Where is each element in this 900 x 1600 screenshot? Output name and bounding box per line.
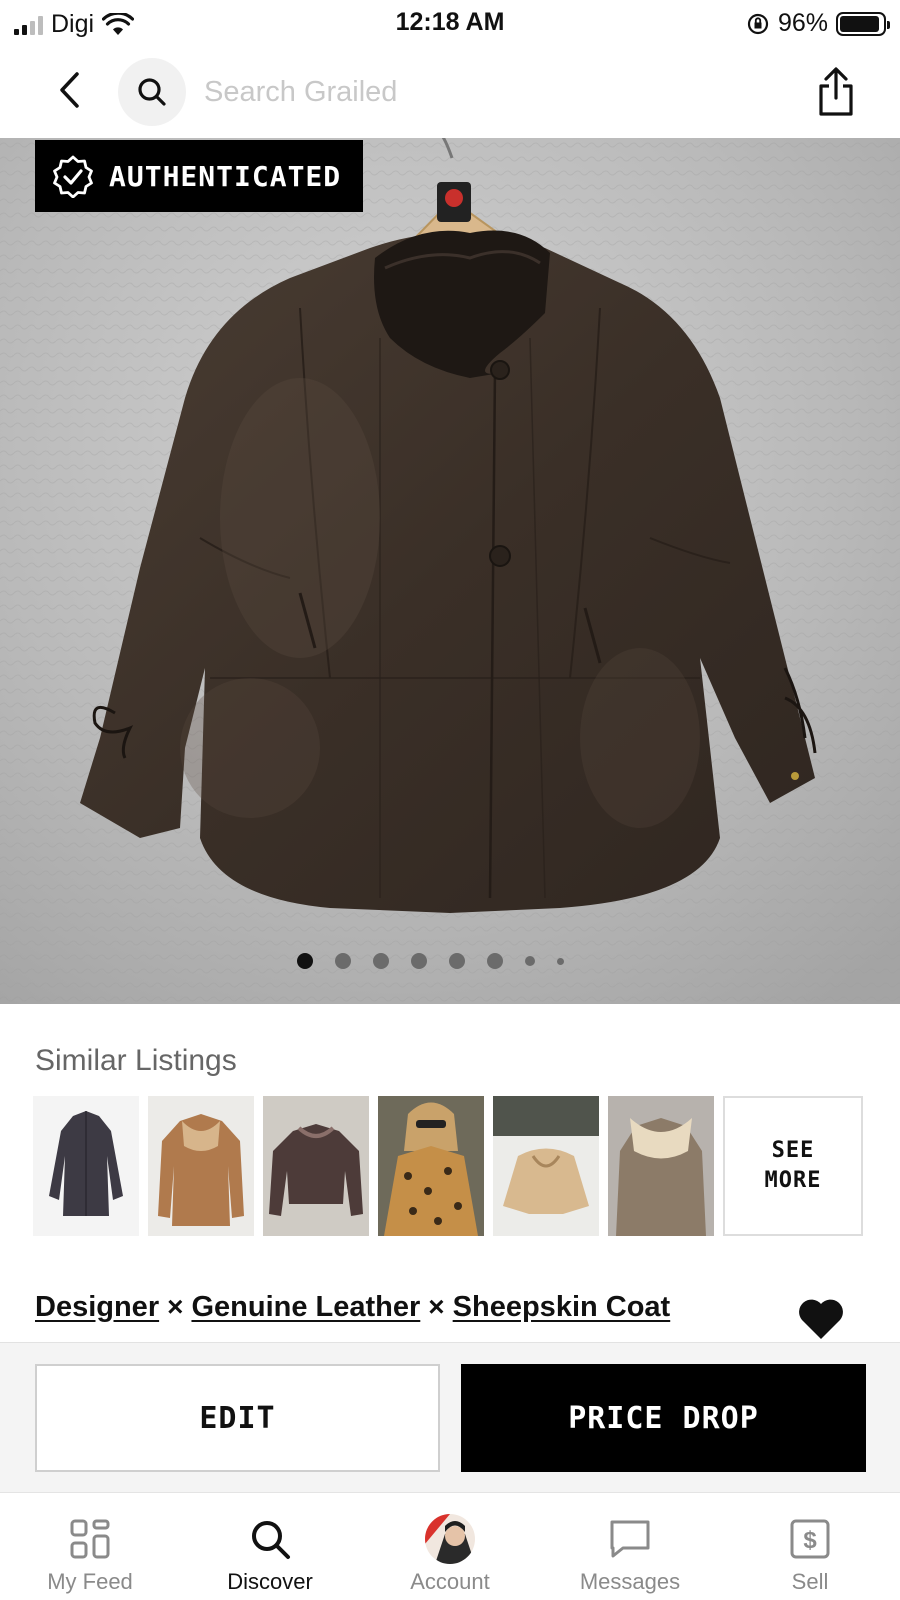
battery-percent: 96% [777, 9, 828, 37]
carousel-dot[interactable] [556, 957, 564, 965]
svg-text:$: $ [803, 1527, 817, 1554]
avatar [425, 1514, 475, 1564]
chat-bubble-icon [610, 1520, 650, 1558]
search-icon [252, 1521, 290, 1559]
similar-listing-thumb[interactable] [148, 1096, 254, 1236]
carousel-dot[interactable] [334, 953, 351, 969]
carousel-dot[interactable] [448, 953, 465, 969]
status-right: 96% [746, 9, 890, 38]
carousel-dot[interactable] [410, 953, 427, 969]
see-more-line1: SEE [771, 1138, 815, 1163]
carousel-dot[interactable] [524, 956, 535, 966]
similar-listing-thumb[interactable] [378, 1096, 484, 1236]
share-icon[interactable] [814, 66, 858, 118]
similar-listings-row: SEE MORE [33, 1096, 863, 1236]
title-separator: × [167, 1291, 184, 1322]
tab-sell[interactable]: $ Sell [720, 1493, 900, 1600]
verified-check-icon [53, 155, 93, 198]
carousel-dot[interactable] [296, 953, 313, 969]
tab-label: Messages [579, 1569, 681, 1594]
tab-label: Discover [227, 1569, 313, 1594]
dollar-tag-icon: $ [790, 1519, 830, 1559]
see-more-line2: MORE [764, 1168, 822, 1193]
carousel-dot[interactable] [486, 953, 503, 969]
similar-listing-thumb[interactable] [608, 1096, 714, 1236]
authenticated-label: AUTHENTICATED [109, 159, 342, 193]
tab-my-feed[interactable]: My Feed [0, 1493, 180, 1600]
edit-button[interactable]: EDIT [35, 1364, 440, 1472]
listing-name-link[interactable]: Sheepskin Coat [453, 1291, 671, 1324]
title-separator: × [428, 1291, 445, 1322]
search-icon [138, 78, 166, 106]
tab-label: Account [410, 1569, 490, 1594]
product-photo [0, 138, 900, 1004]
tab-discover[interactable]: Discover [180, 1493, 360, 1600]
similar-listing-thumb[interactable] [33, 1096, 139, 1236]
favorite-heart-icon[interactable] [797, 1297, 845, 1341]
tab-label: My Feed [47, 1569, 133, 1594]
see-more-button[interactable]: SEE MORE [723, 1096, 863, 1236]
authenticated-badge[interactable]: AUTHENTICATED [35, 140, 363, 212]
listing-title: Designer × Genuine Leather × Sheepskin C… [35, 1285, 865, 1339]
tab-account[interactable]: Account [360, 1493, 540, 1600]
search-input[interactable] [204, 75, 724, 109]
designer-link[interactable]: Designer [35, 1291, 159, 1324]
status-bar: Digi 12:18 AM 96% [0, 0, 900, 46]
search-button[interactable] [118, 58, 186, 126]
action-bar: EDIT PRICE DROP [0, 1342, 900, 1492]
battery-icon [836, 11, 890, 36]
bottom-tab-bar: My Feed Discover Account Messages $ Sell [0, 1492, 900, 1600]
carousel-dot[interactable] [372, 953, 389, 969]
back-chevron-icon[interactable] [50, 68, 90, 112]
similar-listing-thumb[interactable] [493, 1096, 599, 1236]
carousel-dots [0, 953, 880, 969]
price-drop-button[interactable]: PRICE DROP [461, 1364, 866, 1472]
similar-listing-thumb[interactable] [263, 1096, 369, 1236]
grid-icon [70, 1519, 110, 1559]
product-image-carousel[interactable]: AUTHENTICATED [0, 138, 900, 1004]
tab-label: Sell [791, 1569, 829, 1594]
similar-listings-heading: Similar Listings [35, 1044, 237, 1077]
search-bar[interactable] [118, 58, 758, 126]
orientation-lock-icon [747, 13, 769, 34]
designer-link[interactable]: Genuine Leather [191, 1291, 420, 1324]
top-nav [0, 46, 900, 138]
tab-messages[interactable]: Messages [540, 1493, 720, 1600]
